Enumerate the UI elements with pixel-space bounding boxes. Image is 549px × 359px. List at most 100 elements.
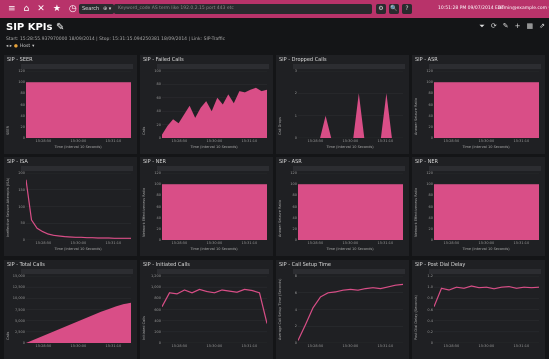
chart-panel[interactable]: SIP - Total Calls 0 2,500 5,000 7,500 10,000 1…	[4, 260, 137, 359]
star-icon[interactable]: ★	[53, 0, 61, 18]
chart-toolbar	[429, 64, 541, 69]
chart-toolbar	[429, 269, 541, 274]
search-button[interactable]: 🔍	[389, 4, 399, 14]
chart-title: SIP - ASR	[415, 57, 438, 63]
y-tick-label: 0	[22, 238, 25, 242]
chart-panel[interactable]: SIP - Failed Calls 0 20 40 60 80 100 15:28:50 15…	[140, 55, 273, 154]
y-tick-label: 1	[294, 113, 297, 118]
chart-plot	[162, 276, 267, 343]
chart-panel[interactable]: SIP - ASR 0 20 40 60 80 100 120 15:28:50 15:30:00…	[412, 55, 545, 154]
y-tick-label: 100	[154, 182, 161, 187]
y-axis-label: Ineffective Seizure Attempts (ISA)	[6, 177, 10, 237]
y-tick-label: 0	[22, 341, 25, 345]
nav-arrows-icon[interactable]: ◂ ▸	[6, 44, 12, 49]
y-tick-label: 20	[156, 122, 161, 127]
search-scope-dropdown[interactable]: ⊕ ▾	[100, 4, 115, 14]
x-axis-label: Time (interval 10 Seconds)	[190, 247, 238, 251]
y-tick-label: 80	[156, 82, 161, 87]
y-tick-label: 20	[292, 226, 297, 231]
clock-icon[interactable]: ◷	[69, 0, 77, 18]
hamburger-icon[interactable]: ≡	[8, 0, 16, 18]
x-tick-label: 15:30:00	[478, 139, 495, 143]
settings-button[interactable]: ⚙	[376, 4, 386, 14]
chart-title: SIP - Initiated Calls	[143, 262, 190, 268]
chart-toolbar	[157, 269, 269, 274]
y-tick-label: 60	[20, 102, 25, 107]
x-tick-label: 15:31:10	[377, 139, 394, 143]
search-input[interactable]: Keyword_code AS term like 192.0.2.15 por…	[114, 4, 372, 14]
x-axis-label: Time (interval 10 Seconds)	[326, 247, 374, 251]
series-area	[434, 82, 539, 138]
chart-panel[interactable]: SIP - Call Setup Time 0 2 4 6 8 15:28:50 15:30:…	[276, 260, 409, 359]
chart-title: SIP - NER	[415, 159, 439, 165]
search-placeholder: Keyword_code AS term like 192.0.2.15 por…	[118, 6, 234, 11]
chart-plot	[434, 276, 539, 343]
x-tick-label: 15:31:10	[377, 344, 394, 348]
x-axis-label: Time (interval 10 Seconds)	[54, 247, 102, 251]
chart-panel[interactable]: SIP - NER 0 20 40 60 80 100 120 15:28:50 15:30:00…	[140, 157, 273, 256]
y-axis-label: Call Drops	[278, 116, 282, 135]
y-axis-label: Network Effectiveness Ratio	[414, 187, 418, 237]
share-icon[interactable]: ⇗	[539, 22, 545, 31]
home-icon[interactable]: ⌂	[24, 0, 30, 18]
y-axis-label: Initiated Calls	[142, 315, 146, 340]
y-tick-label: 100	[154, 69, 161, 73]
chart-panel[interactable]: SIP - Dropped Calls 0 1 2 3 15:28:50 15:30:00 1…	[276, 55, 409, 154]
y-tick-label: 0	[158, 341, 161, 345]
chart-toolbar	[157, 166, 269, 171]
y-tick-label: 80	[156, 193, 161, 198]
series-area	[162, 87, 267, 138]
y-tick-label: 3	[294, 69, 297, 73]
y-tick-label: 15,000	[12, 274, 25, 278]
y-tick-label: 0	[294, 341, 297, 345]
chart-panel[interactable]: SIP - NER 0 20 40 60 80 100 120 15:28:50 15:30:00…	[412, 157, 545, 256]
chart-title: SIP - Total Calls	[7, 262, 45, 268]
y-tick-label: 60	[428, 102, 433, 107]
help-button[interactable]: ?	[402, 4, 412, 14]
plus-icon[interactable]: +	[515, 22, 521, 31]
chart-panel[interactable]: SIP - ISA 0 50 100 150 200 15:28:50 15:30:00 15:…	[4, 157, 137, 256]
chevron-down-icon[interactable]: ▾	[32, 44, 34, 49]
filter-label[interactable]: Host	[20, 44, 30, 49]
chart-title: SIP - Failed Calls	[143, 57, 184, 63]
chart-panel[interactable]: SIP - Initiated Calls 0 200 400 600 800 1,000 1…	[140, 260, 273, 359]
y-tick-label: 200	[154, 329, 161, 334]
chart-title: SIP - ASR	[279, 159, 302, 165]
chart-toolbar	[21, 64, 133, 69]
chart-panel[interactable]: SIP - Post Dial Delay 0 0.2 0.4 0.6 0.8 1.0 1.2…	[412, 260, 545, 359]
y-tick-label: 1,000	[150, 285, 161, 290]
chart-toolbar	[429, 166, 541, 171]
refresh-icon[interactable]: ⟳	[491, 22, 497, 31]
x-tick-label: 15:28:50	[443, 344, 460, 348]
edit-icon[interactable]: ✎	[503, 22, 509, 31]
chart-toolbar	[293, 269, 405, 274]
y-axis-label: Calls	[6, 331, 10, 340]
y-tick-label: 12,500	[12, 285, 25, 290]
x-tick-label: 15:28:50	[307, 344, 324, 348]
x-tick-label: 15:28:50	[443, 139, 460, 143]
y-tick-label: 40	[156, 215, 161, 220]
close-icon[interactable]: ✕	[37, 0, 45, 18]
y-tick-label: 0	[430, 238, 433, 242]
user-menu[interactable]: admin@example.com ▾	[498, 0, 549, 18]
x-tick-label: 15:28:50	[307, 139, 324, 143]
x-axis-label: Time (interval 10 Seconds)	[462, 145, 510, 149]
x-tick-label: 15:31:10	[105, 139, 122, 143]
chart-plot	[434, 173, 539, 240]
chart-panel[interactable]: SIP - SEER 0 20 40 60 80 100 120 15:28:50 15:30:0…	[4, 55, 137, 154]
chart-title: SIP - ISA	[7, 159, 28, 165]
funnel-icon[interactable]: ⏷	[479, 22, 485, 31]
y-tick-label: 0	[294, 238, 297, 242]
y-tick-label: 0.8	[427, 296, 433, 301]
chart-panel[interactable]: SIP - ASR 0 20 40 60 80 100 120 15:28:50 15:30:00…	[276, 157, 409, 256]
x-axis-label: Time (interval 10 Seconds)	[326, 145, 374, 149]
series-line	[434, 285, 539, 307]
y-axis-label: Answer Seizure Ratio	[414, 97, 418, 135]
y-tick-label: 6	[294, 290, 297, 295]
x-tick-label: 15:30:00	[478, 241, 495, 245]
y-axis-label: Answer Seizure Ratio	[278, 199, 282, 237]
y-tick-label: 0	[158, 238, 161, 242]
chart-plot	[26, 276, 131, 343]
grid-icon[interactable]: ▦	[527, 22, 534, 31]
y-tick-label: 120	[18, 69, 25, 73]
